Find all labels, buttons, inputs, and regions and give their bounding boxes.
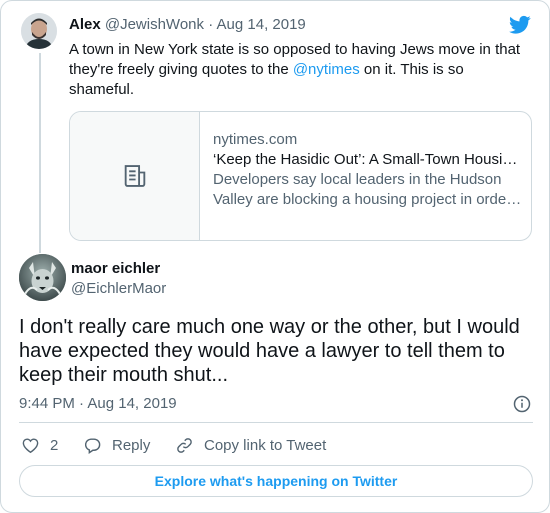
link-description-line: Valley are blocking a housing project in… (213, 191, 523, 208)
avatar[interactable] (21, 13, 57, 49)
quoted-tweet-header: Alex @JewishWonk · Aug 14, 2019 (69, 16, 306, 33)
tweet-time[interactable]: 9:44 PM (19, 395, 75, 412)
separator: · (208, 16, 214, 33)
heart-icon (22, 437, 39, 453)
like-button[interactable]: 2 (21, 434, 58, 456)
link-icon (177, 437, 192, 453)
reply-button[interactable]: Reply (83, 434, 150, 456)
quoted-tweet-text: A town in New York state is so opposed t… (69, 40, 529, 100)
link-preview-card[interactable]: nytimes.com ‘Keep the Hasidic Out’: A Sm… (69, 111, 532, 241)
tweet-embed-card: Alex @JewishWonk · Aug 14, 2019 A town i… (0, 0, 550, 513)
twitter-bird-icon[interactable] (509, 15, 531, 35)
tweet-timestamp[interactable]: 9:44 PM · Aug 14, 2019 (19, 395, 177, 412)
author-handle[interactable]: @EichlerMaor (71, 280, 166, 297)
link-card-body: nytimes.com ‘Keep the Hasidic Out’: A Sm… (213, 130, 523, 210)
avatar[interactable] (19, 254, 66, 301)
separator: · (79, 395, 85, 412)
info-icon[interactable] (512, 394, 532, 414)
avatar-person-icon (21, 13, 57, 49)
author-name[interactable]: maor eichler (71, 260, 160, 277)
reply-label: Reply (112, 436, 151, 454)
copy-link-button[interactable]: Copy link to Tweet (175, 434, 326, 456)
like-count: 2 (50, 436, 59, 454)
explore-twitter-button[interactable]: Explore what's happening on Twitter (19, 465, 533, 497)
divider (19, 422, 533, 423)
link-domain: nytimes.com (213, 131, 298, 148)
mention-link[interactable]: @nytimes (293, 61, 360, 78)
avatar-wolf-icon (19, 254, 66, 301)
link-title: ‘Keep the Hasidic Out’: A Small-Town Hou… (213, 151, 523, 168)
tweet-text: I don't really care much one way or the … (19, 316, 520, 386)
reply-icon (84, 437, 101, 454)
tweet-date[interactable]: Aug 14, 2019 (217, 16, 306, 33)
tweet-date[interactable]: Aug 14, 2019 (87, 395, 176, 412)
link-thumbnail (70, 112, 200, 240)
author-handle[interactable]: @JewishWonk (105, 16, 204, 33)
link-description: Developers say local leaders in the Huds… (213, 170, 523, 210)
copy-link-label: Copy link to Tweet (204, 436, 327, 454)
link-description-line: Developers say local leaders in the Huds… (213, 171, 502, 188)
author-name[interactable]: Alex (69, 16, 101, 33)
thread-line (39, 53, 41, 253)
article-icon (124, 165, 145, 187)
